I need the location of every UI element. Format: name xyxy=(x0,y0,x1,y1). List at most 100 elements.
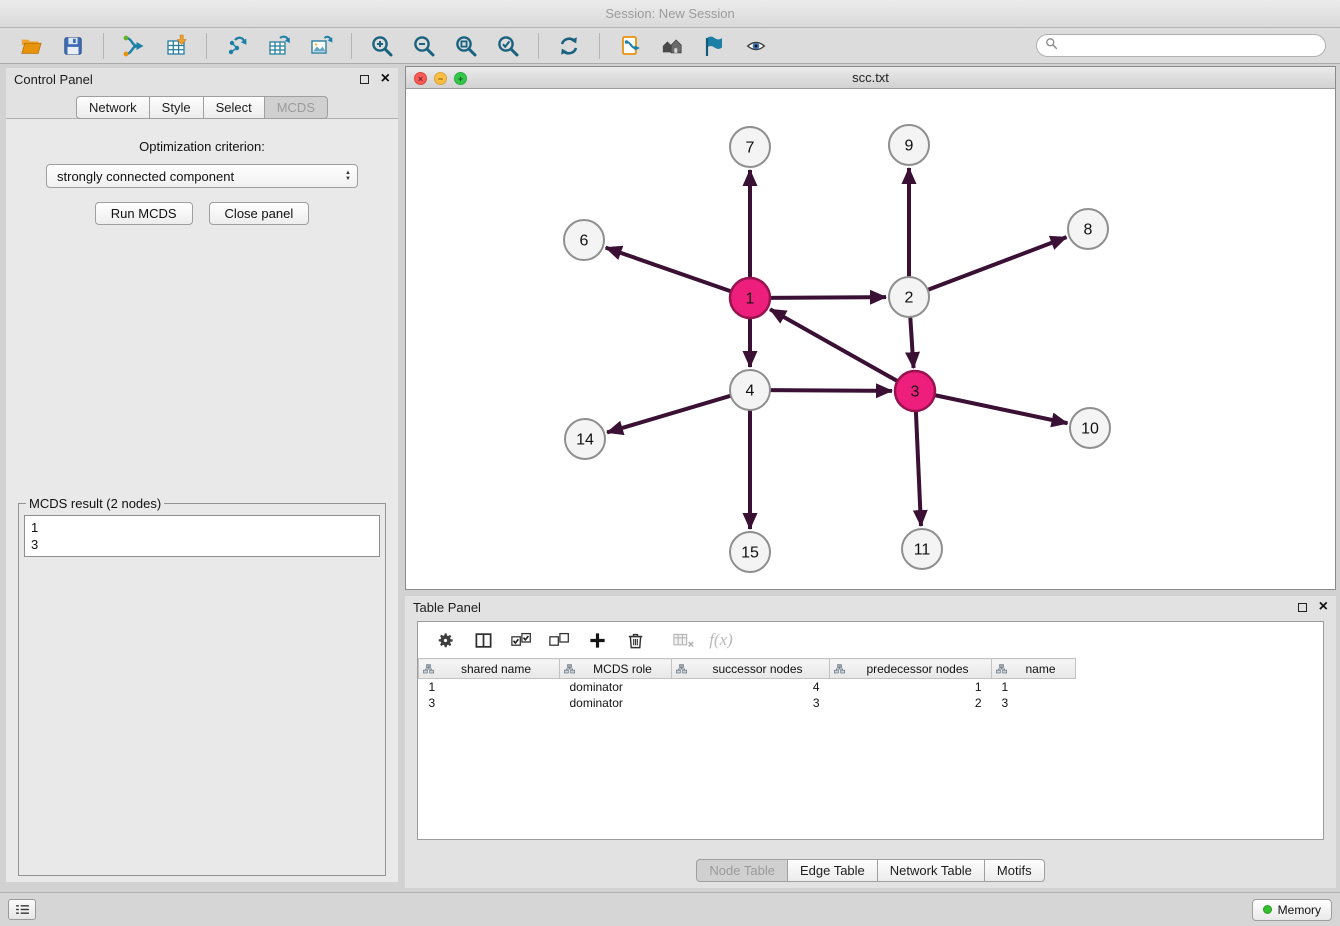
column-header-shared-name[interactable]: shared name xyxy=(419,659,560,679)
mcds-result-legend: MCDS result (2 nodes) xyxy=(26,496,164,511)
zoom-in-icon[interactable] xyxy=(361,31,403,61)
edge-2-8[interactable] xyxy=(928,237,1067,290)
save-session-icon[interactable] xyxy=(52,31,94,61)
node-label-4: 4 xyxy=(746,383,755,400)
tab-network-table[interactable]: Network Table xyxy=(877,859,985,882)
table-row[interactable]: 3dominator323 xyxy=(419,695,1076,711)
zoom-fit-icon[interactable] xyxy=(445,31,487,61)
import-network-icon[interactable] xyxy=(113,31,155,61)
panel-menu-button[interactable] xyxy=(8,899,36,920)
memory-indicator-icon xyxy=(1263,905,1272,914)
export-table-icon[interactable] xyxy=(258,31,300,61)
export-image-icon[interactable] xyxy=(300,31,342,61)
column-tree-icon xyxy=(564,664,575,674)
show-columns-icon[interactable] xyxy=(466,626,500,654)
run-mcds-button[interactable]: Run MCDS xyxy=(95,202,193,225)
first-neighbors-icon[interactable] xyxy=(651,31,693,61)
edge-2-3[interactable] xyxy=(910,317,913,368)
close-window-icon[interactable]: × xyxy=(414,72,427,85)
mcds-result-item: 3 xyxy=(31,536,373,553)
table-toolbar: f(x) xyxy=(418,622,1323,658)
control-panel-title: Control Panel xyxy=(14,72,93,87)
zoom-out-icon[interactable] xyxy=(403,31,445,61)
network-from-selection-icon[interactable] xyxy=(609,31,651,61)
column-header-successor-nodes[interactable]: successor nodes xyxy=(672,659,830,679)
float-table-panel-icon[interactable] xyxy=(1298,603,1307,612)
column-tree-icon xyxy=(996,664,1007,674)
tab-style[interactable]: Style xyxy=(149,96,204,119)
optimization-criterion-dropdown[interactable]: strongly connected component ▲▼ xyxy=(46,164,358,188)
memory-button[interactable]: Memory xyxy=(1252,899,1332,921)
delete-columns-icon[interactable] xyxy=(618,626,652,654)
table-cell: 1 xyxy=(830,679,992,695)
table-cell: 2 xyxy=(830,695,992,711)
minimize-window-icon[interactable]: − xyxy=(434,72,447,85)
edge-1-6[interactable] xyxy=(606,248,731,292)
tab-motifs[interactable]: Motifs xyxy=(984,859,1045,882)
column-header-predecessor-nodes[interactable]: predecessor nodes xyxy=(830,659,992,679)
deselect-all-icon[interactable] xyxy=(542,626,576,654)
node-label-15: 15 xyxy=(741,545,759,562)
table-cell: 1 xyxy=(419,679,560,695)
dropdown-arrows-icon: ▲▼ xyxy=(345,170,351,182)
edge-4-14[interactable] xyxy=(607,396,731,433)
maximize-window-icon[interactable]: + xyxy=(454,72,467,85)
export-network-icon[interactable] xyxy=(216,31,258,61)
dropdown-selected-value: strongly connected component xyxy=(57,169,234,184)
edge-1-2[interactable] xyxy=(770,297,886,298)
toolbar-separator xyxy=(599,33,600,59)
table-cell: dominator xyxy=(560,695,672,711)
close-control-panel-icon[interactable]: × xyxy=(381,73,390,85)
node-label-14: 14 xyxy=(576,432,594,449)
graphics-details-icon[interactable] xyxy=(735,31,777,61)
edge-4-3[interactable] xyxy=(770,390,892,391)
network-canvas[interactable]: 7968124314101511 xyxy=(406,89,1335,589)
control-panel-header: Control Panel × xyxy=(6,68,398,90)
node-label-8: 8 xyxy=(1084,222,1093,239)
network-graph: 7968124314101511 xyxy=(406,89,1335,589)
table-cell: 1 xyxy=(992,679,1076,695)
close-panel-button[interactable]: Close panel xyxy=(209,202,310,225)
open-session-icon[interactable] xyxy=(10,31,52,61)
column-header-name[interactable]: name xyxy=(992,659,1076,679)
tab-network[interactable]: Network xyxy=(76,96,150,119)
close-table-panel-icon[interactable]: × xyxy=(1319,601,1328,613)
table-panel-header: Table Panel × xyxy=(405,596,1336,618)
node-table-body: 1dominator4113dominator323 xyxy=(419,679,1076,711)
apply-style-icon[interactable] xyxy=(693,31,735,61)
table-options-icon[interactable] xyxy=(428,626,462,654)
control-panel-tabs: NetworkStyleSelectMCDS xyxy=(6,96,398,119)
edge-3-1[interactable] xyxy=(770,309,898,381)
edge-3-11[interactable] xyxy=(916,411,921,526)
new-column-icon[interactable] xyxy=(580,626,614,654)
node-label-11: 11 xyxy=(914,542,931,559)
float-panel-icon[interactable] xyxy=(360,75,369,84)
search-box[interactable] xyxy=(1036,34,1326,57)
node-label-1: 1 xyxy=(746,291,755,308)
node-label-6: 6 xyxy=(580,233,589,250)
import-table-icon[interactable] xyxy=(155,31,197,61)
search-icon xyxy=(1045,37,1058,55)
edge-3-10[interactable] xyxy=(935,395,1068,423)
node-table-header: shared nameMCDS rolesuccessor nodesprede… xyxy=(419,659,1076,679)
table-tabs: Node TableEdge TableNetwork TableMotifs xyxy=(405,859,1336,882)
mcds-result-list[interactable]: 13 xyxy=(24,515,380,557)
function-builder-icon: f(x) xyxy=(704,626,738,654)
network-window-titlebar[interactable]: × − + scc.txt xyxy=(406,67,1335,89)
column-header-MCDS-role[interactable]: MCDS role xyxy=(560,659,672,679)
select-all-icon[interactable] xyxy=(504,626,538,654)
search-input[interactable] xyxy=(1058,39,1325,53)
table-cell: 3 xyxy=(419,695,560,711)
refresh-layout-icon[interactable] xyxy=(548,31,590,61)
memory-label: Memory xyxy=(1278,903,1321,917)
optimization-criterion-label: Optimization criterion: xyxy=(18,139,386,154)
node-label-10: 10 xyxy=(1081,421,1099,438)
tab-edge-table[interactable]: Edge Table xyxy=(787,859,878,882)
column-tree-icon xyxy=(834,664,845,674)
table-row[interactable]: 1dominator411 xyxy=(419,679,1076,695)
tab-node-table[interactable]: Node Table xyxy=(696,859,788,882)
column-tree-icon xyxy=(676,664,687,674)
tab-mcds[interactable]: MCDS xyxy=(264,96,328,119)
tab-select[interactable]: Select xyxy=(203,96,265,119)
zoom-selected-icon[interactable] xyxy=(487,31,529,61)
